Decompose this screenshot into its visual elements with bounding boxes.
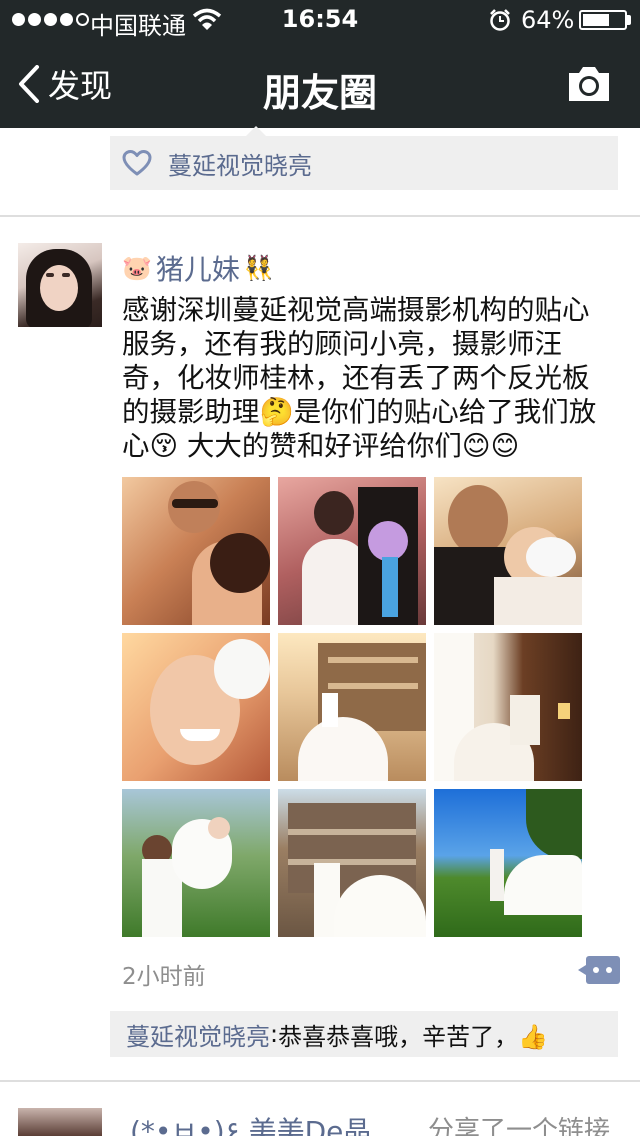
pig-emoji: 🐷 <box>122 254 152 282</box>
photo-9[interactable] <box>434 789 582 937</box>
photo-5[interactable] <box>278 633 426 781</box>
photo-4[interactable] <box>122 633 270 781</box>
photo-3[interactable] <box>434 477 582 625</box>
author-name-link[interactable]: 🐷 猪儿妹 👯 <box>122 248 274 288</box>
photo-8[interactable] <box>278 789 426 937</box>
dancers-emoji: 👯 <box>243 254 274 282</box>
next-author-avatar[interactable] <box>18 1108 102 1136</box>
top-bar: 中国联通 16:54 64% 发现 朋友圈 <box>0 0 640 128</box>
photo-grid <box>122 477 582 937</box>
battery-level <box>583 14 609 26</box>
comment-dots-icon[interactable] <box>578 956 620 984</box>
likes-caret <box>246 126 266 136</box>
post-text: 感谢深圳蔓延视觉高端摄影机构的贴心服务，还有我的顾问小亮，摄影师汪奇，化妆师桂林… <box>122 294 597 462</box>
battery-percent: 64% <box>521 6 575 34</box>
comment-separator: : <box>270 1020 279 1048</box>
next-author-name[interactable]: (*•ㅂ•)۶ 美美De晶... <box>130 1110 398 1136</box>
back-label: 发现 <box>48 67 113 105</box>
battery-icon <box>579 10 627 30</box>
heart-icon <box>122 150 152 176</box>
author-name: 猪儿妹 <box>155 253 240 286</box>
photo-1[interactable] <box>122 477 270 625</box>
comment-text: 恭喜恭喜哦，辛苦了，👍 <box>278 1022 548 1051</box>
photo-6[interactable] <box>434 633 582 781</box>
back-button[interactable]: 发现 <box>18 60 112 108</box>
camera-icon[interactable] <box>566 64 612 104</box>
battery-tip <box>627 15 631 25</box>
nav-bar: 发现 朋友圈 <box>0 40 640 128</box>
commenter-name[interactable]: 蔓延视觉晓亮 <box>126 1017 270 1052</box>
post-divider <box>0 215 640 217</box>
liker-name[interactable]: 蔓延视觉晓亮 <box>168 146 312 181</box>
next-post-action: 分享了一个链接 <box>428 1116 611 1136</box>
chevron-left-icon <box>19 65 39 103</box>
photo-7[interactable] <box>122 789 270 937</box>
post-time: 2小时前 <box>122 964 206 990</box>
status-bar: 中国联通 16:54 64% <box>0 0 640 40</box>
photo-2[interactable] <box>278 477 426 625</box>
likes-panel: 蔓延视觉晓亮 <box>110 126 618 190</box>
comments-panel: 蔓延视觉晓亮: 恭喜恭喜哦，辛苦了，👍 <box>110 1011 618 1057</box>
alarm-icon <box>490 9 510 31</box>
post-divider <box>0 1080 640 1082</box>
author-avatar[interactable] <box>18 243 102 327</box>
